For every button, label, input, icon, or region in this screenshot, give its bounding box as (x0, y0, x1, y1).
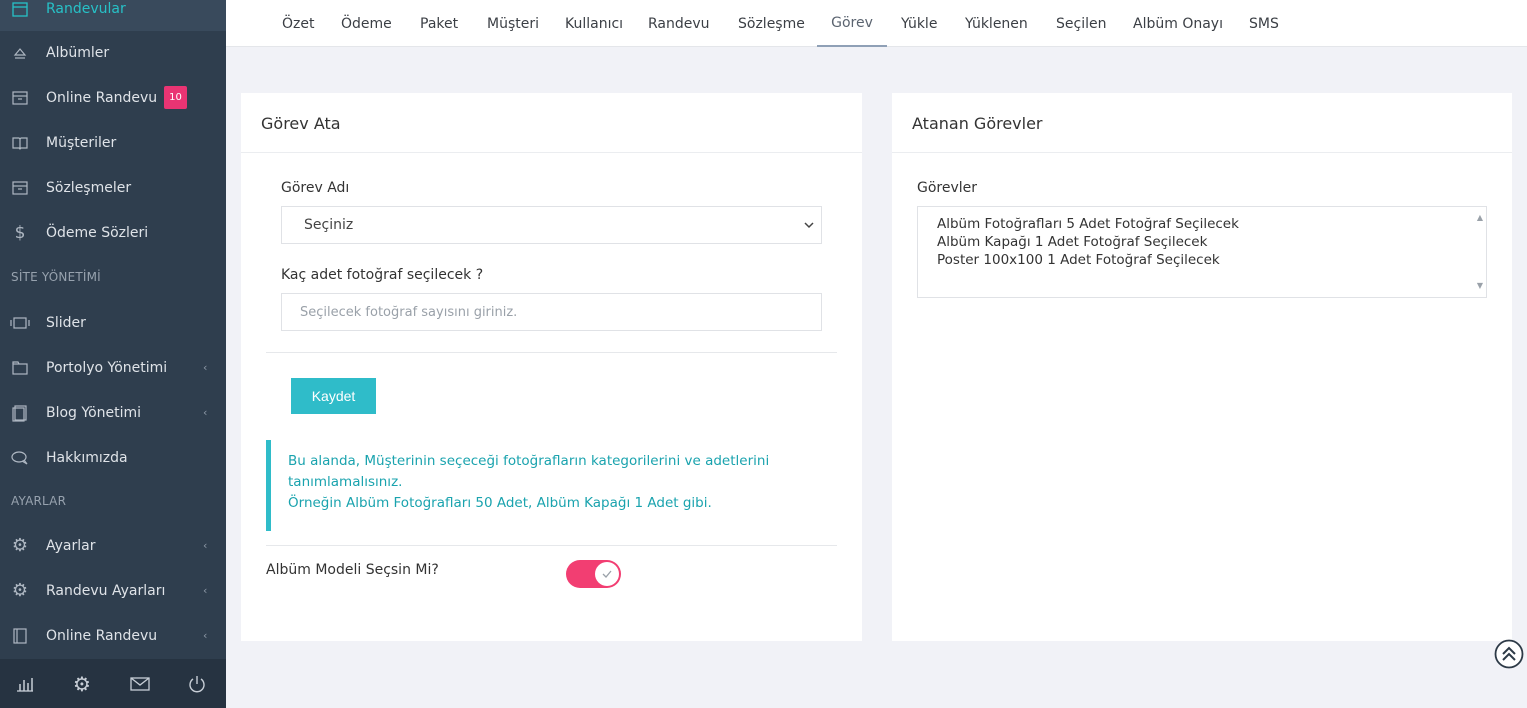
tab-yukle[interactable]: Yükle (901, 0, 937, 47)
sidebar-item-ayarlar[interactable]: ⚙ Ayarlar ‹ (0, 523, 226, 568)
archive-icon (10, 88, 30, 108)
gear-icon[interactable]: ⚙ (71, 672, 93, 696)
tab-gorev[interactable]: Görev (817, 0, 887, 47)
tab-album-onayi[interactable]: Albüm Onayı (1133, 0, 1223, 47)
tab-bar: Özet Ödeme Paket Müşteri Kullanıcı Rande… (226, 0, 1527, 47)
photo-count-label: Kaç adet fotoğraf seçilecek ? (281, 267, 484, 283)
divider (266, 352, 837, 353)
sidebar-item-online-randevu-2[interactable]: Online Randevu ‹ (0, 613, 226, 658)
sidebar-item-label: Randevular (46, 0, 126, 17)
section-heading-settings: AYARLAR (11, 494, 67, 508)
document-icon (10, 403, 30, 423)
dollar-icon: $ (14, 222, 26, 243)
tasks-listbox[interactable]: Albüm Fotoğrafları 5 Adet Fotoğraf Seçil… (917, 206, 1487, 298)
card-header: Görev Ata (241, 93, 862, 153)
info-example: Örneğin Albüm Fotoğrafları 50 Adet, Albü… (288, 495, 712, 511)
tab-paket[interactable]: Paket (420, 0, 458, 47)
sidebar-item-sozlesmeler[interactable]: Sözleşmeler (0, 165, 226, 210)
slider-icon (10, 313, 30, 333)
sidebar-item-label: Sözleşmeler (46, 179, 132, 196)
list-item[interactable]: Albüm Kapağı 1 Adet Fotoğraf Seçilecek (937, 233, 1486, 251)
chevron-left-icon: ‹ (203, 406, 208, 419)
toggle-knob (595, 562, 619, 586)
sidebar-item-label: Online Randevu (46, 627, 158, 644)
chevron-left-icon: ‹ (203, 361, 208, 374)
book-icon (10, 133, 30, 153)
double-chevron-up-icon (1494, 639, 1524, 669)
album-model-toggle[interactable] (566, 560, 621, 588)
info-text: Bu alanda, Müşterinin seçeceği fotoğrafl… (288, 453, 770, 490)
tab-yuklenen[interactable]: Yüklenen (965, 0, 1028, 47)
save-button[interactable]: Kaydet (291, 378, 376, 414)
sidebar-item-online-randevu[interactable]: Online Randevu (0, 75, 226, 120)
info-alert: Bu alanda, Müşterinin seçeceği fotoğrafl… (266, 440, 837, 531)
tab-kullanici[interactable]: Kullanıcı (565, 0, 623, 47)
sidebar-item-label: Online Randevu (46, 89, 158, 106)
sidebar-item-musteriler[interactable]: Müşteriler (0, 120, 226, 165)
check-icon (602, 570, 612, 578)
album-model-label: Albüm Modeli Seçsin Mi? (266, 562, 439, 578)
eject-icon (10, 43, 30, 63)
sidebar-item-label: Blog Yönetimi (46, 404, 142, 421)
assign-task-card: Görev Ata Görev Adı Seçiniz Kaç adet fot… (241, 93, 862, 641)
card-header: Atanan Görevler (892, 93, 1512, 153)
list-item[interactable]: Poster 100x100 1 Adet Fotoğraf Seçilecek (937, 251, 1486, 269)
tab-secilen[interactable]: Seçilen (1056, 0, 1106, 47)
chevron-left-icon: ‹ (203, 629, 208, 642)
scroll-up-icon[interactable]: ▲ (1477, 209, 1483, 227)
sidebar-item-label: Slider (46, 314, 86, 331)
chat-icon (10, 448, 30, 468)
notebook-icon (10, 626, 30, 646)
assigned-tasks-card: Atanan Görevler Görevler Albüm Fotoğrafl… (892, 93, 1512, 641)
task-name-label: Görev Adı (281, 180, 350, 196)
sidebar-item-label: Randevu Ayarları (46, 582, 166, 599)
tab-odeme[interactable]: Ödeme (341, 0, 392, 47)
divider (266, 545, 837, 546)
sidebar-item-blog[interactable]: Blog Yönetimi ‹ (0, 390, 226, 435)
tab-ozet[interactable]: Özet (282, 0, 314, 47)
sidebar-item-label: Albümler (46, 44, 110, 61)
section-heading-site: SİTE YÖNETİMİ (11, 270, 101, 284)
count-badge: 10 (164, 86, 187, 109)
sidebar-item-hakkimizda[interactable]: Hakkımızda (0, 435, 226, 480)
sidebar-item-slider[interactable]: Slider (0, 300, 226, 345)
mail-icon[interactable] (129, 673, 151, 695)
sidebar-item-label: Müşteriler (46, 134, 117, 151)
tab-sms[interactable]: SMS (1249, 0, 1279, 47)
gear-icon: ⚙ (11, 535, 29, 556)
folder-icon (10, 358, 30, 378)
sidebar-item-albumler[interactable]: Albümler (0, 30, 226, 75)
sidebar-item-portolyo[interactable]: Portolyo Yönetimi ‹ (0, 345, 226, 390)
sidebar-footer: ⚙ (0, 659, 226, 708)
chevron-left-icon: ‹ (203, 584, 208, 597)
scroll-down-icon[interactable]: ▼ (1477, 277, 1483, 295)
list-item[interactable]: Albüm Fotoğrafları 5 Adet Fotoğraf Seçil… (937, 215, 1486, 233)
scroll-to-top-button[interactable] (1494, 639, 1524, 669)
tab-musteri[interactable]: Müşteri (487, 0, 539, 47)
archive-icon (10, 178, 30, 198)
select-value: Seçiniz (304, 217, 354, 233)
sidebar-item-odeme-sozleri[interactable]: $ Ödeme Sözleri (0, 210, 226, 255)
tab-randevu[interactable]: Randevu (648, 0, 710, 47)
sidebar-item-label: Portolyo Yönetimi (46, 359, 168, 376)
sidebar-item-randevu-ayarlari[interactable]: ⚙ Randevu Ayarları ‹ (0, 568, 226, 613)
sidebar-item-randevular[interactable]: Randevular (0, 0, 226, 31)
sidebar: Randevular Albümler Online Randevu 10 Mü… (0, 0, 226, 708)
chevron-down-icon (803, 219, 815, 235)
sidebar-item-label: Ödeme Sözleri (46, 224, 149, 241)
card-title: Görev Ata (261, 114, 341, 133)
chart-icon[interactable] (14, 673, 36, 695)
tab-sozlesme[interactable]: Sözleşme (738, 0, 805, 47)
power-icon[interactable] (186, 673, 208, 695)
calendar-icon (10, 0, 30, 19)
sidebar-item-label: Ayarlar (46, 537, 96, 554)
gear-icon: ⚙ (11, 580, 29, 601)
photo-count-input[interactable] (281, 293, 822, 331)
sidebar-item-label: Hakkımızda (46, 449, 128, 466)
chevron-left-icon: ‹ (203, 539, 208, 552)
tasks-label: Görevler (917, 180, 978, 196)
card-title: Atanan Görevler (912, 114, 1043, 133)
task-name-select[interactable]: Seçiniz (281, 206, 822, 244)
